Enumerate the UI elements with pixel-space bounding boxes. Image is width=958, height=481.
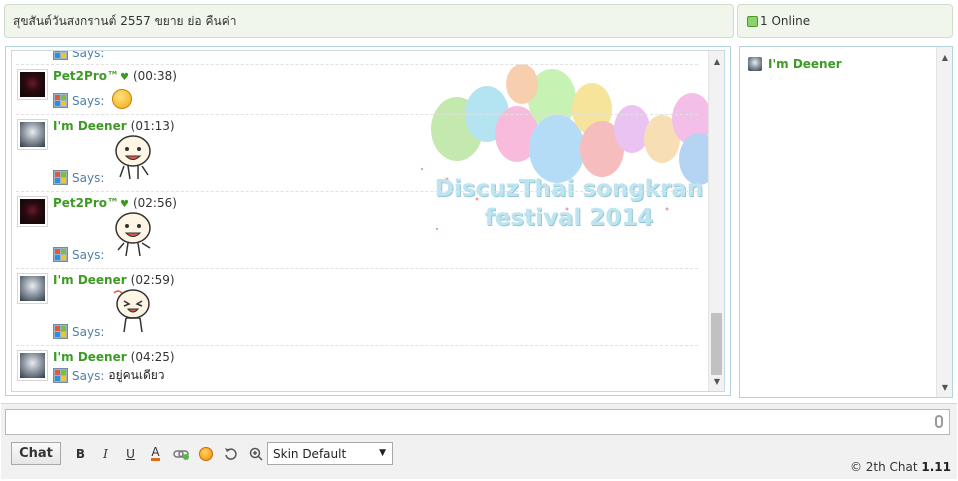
users-scrollbar[interactable]: ▲ ▼ [936,47,952,397]
zoom-in-icon [249,447,263,461]
chat-message: I'm Deener (02:59) Says: [16,269,698,346]
skin-select[interactable]: Skin Default ▼ [267,442,393,465]
laughing-sticker-icon [113,289,150,333]
chat-message-partial: Says: [16,51,698,65]
windows-icon [53,247,68,262]
message-text: อยู่คนเดียว [108,368,165,382]
dancing-sticker-icon [115,135,151,180]
message-username[interactable]: I'm Deener (02:59) [53,273,175,287]
copyright-label: © 2th Chat [849,460,918,474]
scroll-down-icon[interactable]: ▼ [937,379,953,395]
microphone-icon[interactable] [935,415,943,428]
message-username[interactable]: I'm Deener (04:25) [53,350,175,364]
online-user-name: I'm Deener [768,57,842,71]
avatar-pet2pro[interactable] [17,196,48,227]
online-status-icon [747,15,758,27]
announcement-text: สุขสันต์วันสงกรานต์ 2557 ขยาย ย่อ คืนค่า [13,13,237,28]
chat-send-button[interactable]: Chat [11,442,61,465]
compose-area: Chat B I U A Skin Default ▼ © 2th Chat 1… [1,403,957,479]
copyright-text: © 2th Chat 1.11 [850,460,951,474]
chat-message: I'm Deener (04:25) Says: อยู่คนเดียว [16,346,698,391]
refresh-button[interactable] [218,442,243,465]
avatar-deener[interactable] [17,273,48,304]
chat-log[interactable]: DiscuzThai songkran festival 2014 Says: … [11,50,725,392]
message-username[interactable]: Pet2Pro™♥ (02:56) [53,196,177,210]
font-color-icon: A [151,445,160,461]
chat-message: I'm Deener (01:13) Says: [16,115,698,192]
windows-icon [53,93,68,108]
skin-select-value: Skin Default [273,446,347,461]
zoom-button[interactable] [243,442,268,465]
avatar-deener[interactable] [17,350,48,381]
message-input[interactable] [5,409,950,435]
emoticon-button[interactable] [193,442,218,465]
link-icon [172,449,189,460]
online-users-panel: I'm Deener ▲ ▼ [739,46,953,398]
message-time: (04:25) [130,350,175,364]
online-user-item[interactable]: I'm Deener [748,57,842,71]
scroll-up-icon[interactable]: ▲ [709,53,724,69]
says-label: Says: [53,51,104,60]
refresh-icon [224,447,237,460]
says-label: Says: [53,324,104,339]
smiley-icon [198,446,213,461]
message-username[interactable]: I'm Deener (01:13) [53,119,175,133]
says-label: Says: [53,247,104,262]
says-label: Says: [53,170,104,185]
windows-icon [53,324,68,339]
announcement-bar: สุขสันต์วันสงกรานต์ 2557 ขยาย ย่อ คืนค่า [4,4,734,38]
online-count-bar: 1 Online [737,4,953,38]
insert-link-button[interactable] [168,442,193,465]
version-label: 1.11 [921,460,951,474]
says-label: Says: [53,93,104,108]
message-time: (00:38) [132,69,177,83]
smiley-emoticon-icon [112,89,132,109]
dancing-sticker-icon [115,212,151,257]
chat-message: Pet2Pro™♥ (00:38) Says: [16,65,698,115]
scroll-down-icon[interactable]: ▼ [709,373,724,389]
chat-scrollbar[interactable]: ▲ ▼ [708,51,724,391]
format-toolbar: Chat B I U A [11,442,268,465]
windows-icon [53,170,68,185]
avatar-pet2pro[interactable] [17,69,48,100]
user-avatar-icon [748,57,762,71]
online-count: 1 Online [760,14,811,28]
message-time: (02:59) [130,273,175,287]
message-time: (01:13) [130,119,175,133]
windows-icon [53,368,68,383]
windows-icon [53,51,68,60]
bold-button[interactable]: B [68,442,93,465]
italic-button[interactable]: I [93,442,118,465]
message-time: (02:56) [132,196,177,210]
underline-button[interactable]: U [118,442,143,465]
chat-message: Pet2Pro™♥ (02:56) Says: [16,192,698,269]
chat-panel: DiscuzThai songkran festival 2014 Says: … [5,46,731,396]
scroll-thumb[interactable] [711,313,722,375]
scroll-up-icon[interactable]: ▲ [937,49,953,65]
font-color-button[interactable]: A [143,442,168,465]
heart-icon: ♥ [119,72,129,83]
chevron-down-icon: ▼ [379,448,386,458]
says-label: Says: อยู่คนเดียว [53,366,165,385]
avatar-deener[interactable] [17,119,48,150]
heart-icon: ♥ [119,199,129,210]
message-username[interactable]: Pet2Pro™♥ (00:38) [53,69,177,83]
